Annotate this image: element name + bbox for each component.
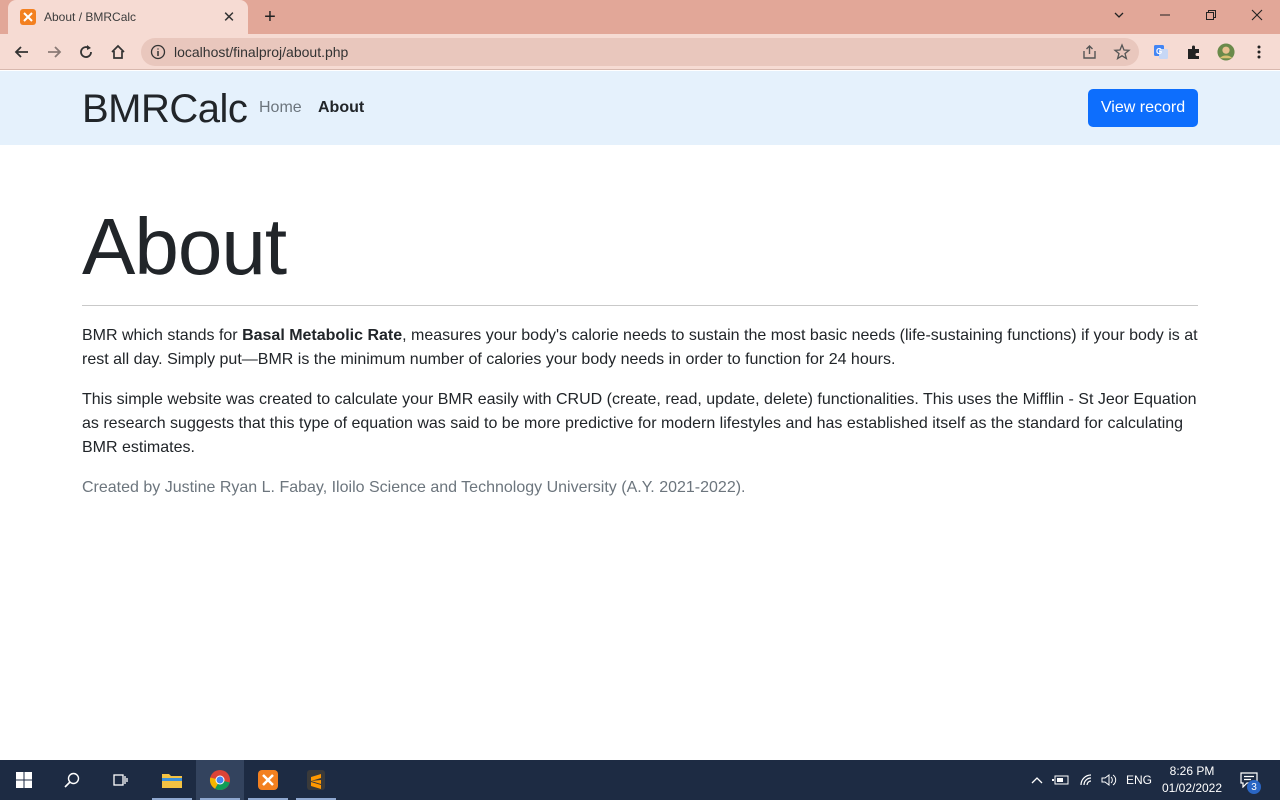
language-indicator[interactable]: ENG <box>1124 760 1154 800</box>
chrome-icon <box>209 770 230 791</box>
language-text: ENG <box>1125 773 1152 787</box>
xampp-button[interactable] <box>244 760 292 800</box>
view-record-button[interactable]: View record <box>1088 89 1198 127</box>
notification-center-icon[interactable] <box>1236 760 1262 800</box>
clock-date: 01/02/2022 <box>1161 781 1223 795</box>
search-button[interactable] <box>48 760 96 800</box>
brand-logo[interactable]: BMRCalc <box>82 87 248 132</box>
close-window-button[interactable] <box>1234 0 1280 30</box>
tray-chevron-up-icon[interactable] <box>1028 760 1046 800</box>
close-tab-icon[interactable]: ✕ <box>220 8 238 26</box>
minimize-button[interactable] <box>1142 0 1188 30</box>
page-title: About <box>82 202 287 291</box>
new-tab-button[interactable]: + <box>258 6 282 28</box>
back-arrow-icon <box>14 46 28 58</box>
google-translate-icon[interactable]: G <box>1148 39 1174 65</box>
tab-search-icon[interactable] <box>1096 0 1142 30</box>
back-button[interactable] <box>9 39 35 65</box>
paragraph-website-purpose: This simple website was created to calcu… <box>82 391 1197 456</box>
brand-light: Calc <box>169 87 248 131</box>
chrome-button[interactable] <box>196 760 244 800</box>
avatar[interactable] <box>1213 39 1239 65</box>
para1-bold-term: Basal Metabolic Rate <box>242 327 403 344</box>
windows-logo-icon <box>16 772 32 788</box>
share-icon[interactable] <box>1081 43 1099 61</box>
search-icon <box>64 772 80 788</box>
nav-home-link[interactable]: Home <box>259 99 302 117</box>
clock-time: 8:26 PM <box>1169 764 1215 778</box>
task-view-icon <box>113 774 128 786</box>
folder-icon <box>162 774 182 788</box>
tab-title: About / BMRCalc <box>44 10 137 24</box>
xampp-taskbar-icon <box>258 770 278 790</box>
url-text: localhost/finalproj/about.php <box>174 44 349 60</box>
browser-toolbar: localhost/finalproj/about.php G <box>0 34 1280 70</box>
system-clock[interactable]: 8:26 PM 01/02/2022 <box>1160 763 1224 797</box>
task-view-button[interactable] <box>96 760 144 800</box>
svg-text:G: G <box>1156 47 1162 56</box>
kebab-menu-icon[interactable] <box>1246 39 1272 65</box>
file-explorer-button[interactable] <box>148 760 196 800</box>
home-icon <box>111 44 125 59</box>
credit-text: Created by Justine Ryan L. Fabay, Iloilo… <box>82 479 746 496</box>
paragraph-bmr-definition: BMR which stands for Basal Metabolic Rat… <box>82 324 1198 372</box>
main-content: About BMR which stands for Basal Metabol… <box>82 145 1198 500</box>
nav-about-link[interactable]: About <box>318 99 364 117</box>
xampp-icon <box>20 9 36 25</box>
site-navbar: BMRCalc Home About View record <box>0 71 1280 145</box>
star-icon[interactable] <box>1113 43 1131 61</box>
wifi-icon[interactable] <box>1076 760 1098 800</box>
brand-bold: BMR <box>82 87 170 131</box>
forward-button[interactable] <box>41 39 67 65</box>
para1-prefix: BMR which stands for <box>82 327 243 344</box>
reload-icon <box>80 45 92 58</box>
info-icon[interactable] <box>150 44 166 60</box>
home-button[interactable] <box>105 39 131 65</box>
forward-arrow-icon <box>48 46 62 58</box>
puzzle-icon[interactable] <box>1181 39 1207 65</box>
windows-taskbar: ENG 8:26 PM 01/02/2022 3 <box>0 760 1280 800</box>
battery-icon[interactable] <box>1050 760 1072 800</box>
sublime-text-icon <box>307 770 325 790</box>
sublime-text-button[interactable] <box>292 760 340 800</box>
address-bar[interactable]: localhost/finalproj/about.php <box>141 38 1139 66</box>
volume-icon[interactable] <box>1098 760 1120 800</box>
browser-tab-about[interactable]: About / BMRCalc ✕ <box>8 0 248 34</box>
notification-count-badge: 3 <box>1247 780 1261 794</box>
restore-button[interactable] <box>1188 0 1234 30</box>
browser-tab-strip: About / BMRCalc ✕ + <box>0 0 1280 34</box>
divider <box>82 305 1198 306</box>
start-button[interactable] <box>0 760 48 800</box>
reload-button[interactable] <box>73 39 99 65</box>
